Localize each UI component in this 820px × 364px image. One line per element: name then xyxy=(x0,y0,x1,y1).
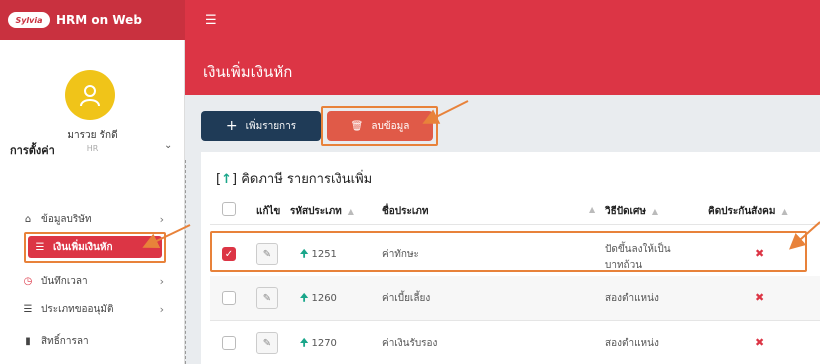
row-name: ค่าเบี้ยเลี้ยง xyxy=(382,293,431,304)
chevron-right-icon: › xyxy=(159,302,164,316)
column-header-rounding[interactable]: วิธีปัดเศษ ▲ xyxy=(605,204,658,219)
sidebar-item-label: บันทึกเวลา xyxy=(41,275,88,287)
close-icon: ✖ xyxy=(755,336,765,349)
arrow-up-icon: 🠉 xyxy=(300,338,309,349)
close-icon: ✖ xyxy=(755,291,765,304)
brand[interactable]: Sylvia HRM on Web xyxy=(0,0,185,40)
highlight-box-delete xyxy=(321,106,438,146)
highlight-box-row xyxy=(210,231,807,272)
settings-section-title[interactable]: การตั้งค่า xyxy=(10,141,55,159)
sidebar-tree-line xyxy=(185,160,186,364)
header-divider xyxy=(210,224,820,225)
sidebar-item-company[interactable]: ⌂ ข้อมูลบริษัท › xyxy=(22,208,164,230)
row-checkbox[interactable] xyxy=(222,336,236,350)
sidebar-item-label: ข้อมูลบริษัท xyxy=(41,213,92,225)
hamburger-icon[interactable]: ☰ xyxy=(205,13,217,28)
column-header-name[interactable]: ชื่อประเภท xyxy=(382,204,428,219)
row-divider xyxy=(210,320,820,321)
chevron-right-icon: › xyxy=(159,212,164,226)
add-item-button[interactable]: + เพิ่มรายการ xyxy=(201,111,321,141)
home-icon: ⌂ xyxy=(24,213,32,225)
pencil-icon[interactable]: ✎ xyxy=(256,287,278,309)
sidebar-item-label: สิทธิ์การลา xyxy=(41,335,89,347)
row-name: ค่าเงินรับรอง xyxy=(382,338,438,349)
select-all-checkbox[interactable] xyxy=(222,202,236,216)
list-icon: ☰ xyxy=(23,303,33,315)
user-icon xyxy=(80,85,100,107)
row-code: 🠉 1270 xyxy=(300,338,337,349)
plus-icon: + xyxy=(225,118,238,134)
avatar[interactable] xyxy=(65,70,115,120)
arrow-up-icon: ↑ xyxy=(221,172,232,187)
row-code: 🠉 1260 xyxy=(300,293,337,304)
sidebar-item-leave-rights[interactable]: ▮ สิทธิ์การลา xyxy=(22,330,164,352)
sort-icon: ▲ xyxy=(589,205,596,214)
company-logo: Sylvia xyxy=(8,12,50,28)
sidebar-item-label: ประเภทขออนุมัติ xyxy=(41,303,114,315)
add-item-label: เพิ่มรายการ xyxy=(245,120,297,132)
arrow-up-icon: 🠉 xyxy=(300,293,309,304)
card-title: [↑] คิดภาษี รายการเงินเพิ่ม xyxy=(216,172,373,187)
sort-icon: ▲ xyxy=(781,207,788,216)
highlight-box-sidebar xyxy=(24,232,166,263)
sort-icon: ▲ xyxy=(347,207,354,216)
column-header-edit: แก้ไข xyxy=(256,206,281,217)
row-rounding: สองตำแหน่ง xyxy=(605,293,659,304)
pencil-icon[interactable]: ✎ xyxy=(256,332,278,354)
sidebar-item-approval-types[interactable]: ☰ ประเภทขออนุมัติ › xyxy=(22,298,164,320)
card-title-text: คิดภาษี รายการเงินเพิ่ม xyxy=(241,172,373,187)
row-checkbox[interactable] xyxy=(222,291,236,305)
chevron-down-icon[interactable]: ⌄ xyxy=(164,140,172,151)
document-icon: ▮ xyxy=(25,335,31,347)
sort-icon: ▲ xyxy=(651,207,659,216)
sidebar-item-time-record[interactable]: ◷ บันทึกเวลา › xyxy=(22,270,164,292)
chevron-right-icon: › xyxy=(159,274,164,288)
column-header-sso[interactable]: คิดประกันสังคม ▲ xyxy=(708,204,788,219)
row-rounding: สองตำแหน่ง xyxy=(605,338,659,349)
app-name: HRM on Web xyxy=(56,13,142,27)
column-header-code[interactable]: รหัสประเภท ▲ xyxy=(290,204,354,219)
clock-icon: ◷ xyxy=(23,275,33,287)
page-title: เงินเพิ่มเงินหัก xyxy=(203,63,293,81)
